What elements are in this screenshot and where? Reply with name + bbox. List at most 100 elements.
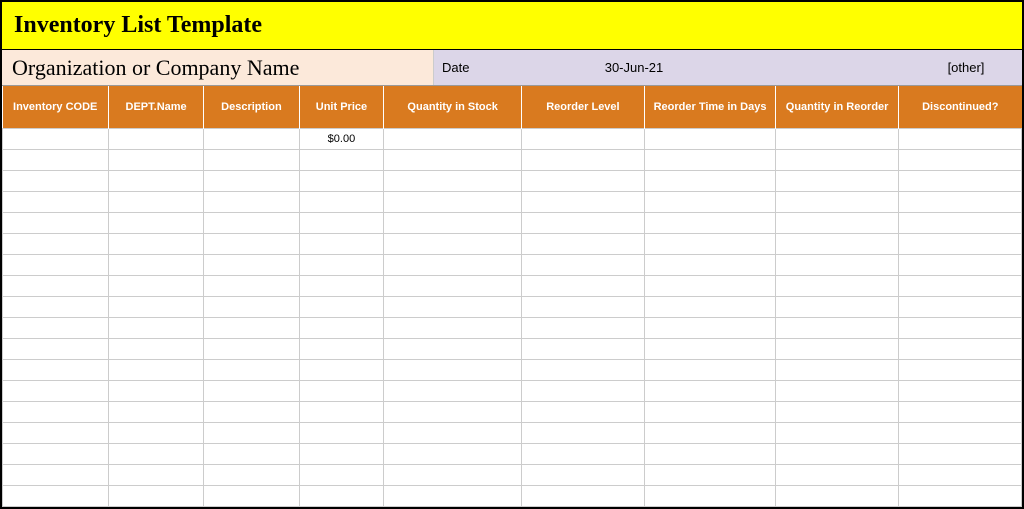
table-cell[interactable] [204, 464, 299, 485]
table-cell[interactable] [108, 191, 203, 212]
table-cell[interactable] [776, 296, 899, 317]
table-cell[interactable] [108, 233, 203, 254]
table-cell[interactable] [644, 212, 775, 233]
table-cell[interactable] [644, 296, 775, 317]
table-cell[interactable] [644, 233, 775, 254]
table-cell[interactable] [3, 170, 109, 191]
table-cell[interactable] [644, 359, 775, 380]
table-cell[interactable] [522, 443, 645, 464]
table-cell[interactable] [299, 422, 384, 443]
table-cell[interactable] [384, 233, 522, 254]
table-cell[interactable]: $0.00 [299, 128, 384, 149]
table-cell[interactable] [776, 149, 899, 170]
table-cell[interactable] [204, 296, 299, 317]
table-cell[interactable] [776, 128, 899, 149]
table-cell[interactable] [899, 464, 1022, 485]
table-cell[interactable] [522, 401, 645, 422]
table-cell[interactable] [3, 443, 109, 464]
table-cell[interactable] [899, 317, 1022, 338]
table-cell[interactable] [299, 254, 384, 275]
table-cell[interactable] [384, 296, 522, 317]
table-cell[interactable] [204, 338, 299, 359]
other-field[interactable]: [other] [910, 50, 1022, 85]
table-cell[interactable] [3, 485, 109, 506]
table-cell[interactable] [644, 275, 775, 296]
table-cell[interactable] [776, 317, 899, 338]
table-cell[interactable] [522, 170, 645, 191]
table-cell[interactable] [644, 338, 775, 359]
table-cell[interactable] [776, 485, 899, 506]
table-cell[interactable] [3, 296, 109, 317]
table-cell[interactable] [299, 380, 384, 401]
table-cell[interactable] [204, 233, 299, 254]
table-cell[interactable] [776, 170, 899, 191]
table-cell[interactable] [299, 170, 384, 191]
table-cell[interactable] [108, 170, 203, 191]
table-cell[interactable] [644, 401, 775, 422]
table-cell[interactable] [108, 275, 203, 296]
table-cell[interactable] [204, 275, 299, 296]
table-cell[interactable] [384, 317, 522, 338]
table-cell[interactable] [204, 380, 299, 401]
table-cell[interactable] [522, 485, 645, 506]
table-cell[interactable] [522, 296, 645, 317]
table-cell[interactable] [108, 422, 203, 443]
table-cell[interactable] [644, 149, 775, 170]
table-cell[interactable] [384, 422, 522, 443]
table-cell[interactable] [776, 212, 899, 233]
table-cell[interactable] [899, 149, 1022, 170]
table-cell[interactable] [299, 212, 384, 233]
table-cell[interactable] [899, 254, 1022, 275]
table-cell[interactable] [3, 380, 109, 401]
table-cell[interactable] [3, 128, 109, 149]
table-cell[interactable] [108, 296, 203, 317]
table-cell[interactable] [899, 485, 1022, 506]
table-cell[interactable] [384, 275, 522, 296]
table-cell[interactable] [522, 149, 645, 170]
table-cell[interactable] [299, 149, 384, 170]
table-cell[interactable] [204, 359, 299, 380]
table-cell[interactable] [299, 464, 384, 485]
table-cell[interactable] [899, 401, 1022, 422]
table-cell[interactable] [384, 401, 522, 422]
table-cell[interactable] [899, 338, 1022, 359]
table-cell[interactable] [384, 212, 522, 233]
table-cell[interactable] [3, 275, 109, 296]
table-cell[interactable] [522, 275, 645, 296]
table-cell[interactable] [522, 464, 645, 485]
table-cell[interactable] [204, 485, 299, 506]
table-cell[interactable] [522, 338, 645, 359]
table-cell[interactable] [776, 464, 899, 485]
table-cell[interactable] [384, 443, 522, 464]
table-cell[interactable] [384, 128, 522, 149]
table-cell[interactable] [3, 401, 109, 422]
table-cell[interactable] [522, 317, 645, 338]
table-cell[interactable] [204, 317, 299, 338]
table-cell[interactable] [644, 191, 775, 212]
table-cell[interactable] [899, 359, 1022, 380]
table-cell[interactable] [108, 149, 203, 170]
table-cell[interactable] [776, 443, 899, 464]
table-cell[interactable] [776, 338, 899, 359]
table-cell[interactable] [644, 254, 775, 275]
table-cell[interactable] [299, 191, 384, 212]
table-cell[interactable] [776, 275, 899, 296]
table-cell[interactable] [522, 128, 645, 149]
table-cell[interactable] [644, 170, 775, 191]
table-cell[interactable] [299, 485, 384, 506]
table-cell[interactable] [3, 359, 109, 380]
table-cell[interactable] [384, 149, 522, 170]
table-cell[interactable] [384, 380, 522, 401]
table-cell[interactable] [899, 191, 1022, 212]
table-cell[interactable] [299, 296, 384, 317]
table-cell[interactable] [3, 233, 109, 254]
table-cell[interactable] [108, 338, 203, 359]
table-cell[interactable] [522, 359, 645, 380]
table-cell[interactable] [108, 254, 203, 275]
table-cell[interactable] [776, 359, 899, 380]
table-cell[interactable] [899, 212, 1022, 233]
table-cell[interactable] [108, 212, 203, 233]
org-name-field[interactable]: Organization or Company Name [2, 50, 434, 85]
table-cell[interactable] [899, 296, 1022, 317]
table-cell[interactable] [204, 422, 299, 443]
